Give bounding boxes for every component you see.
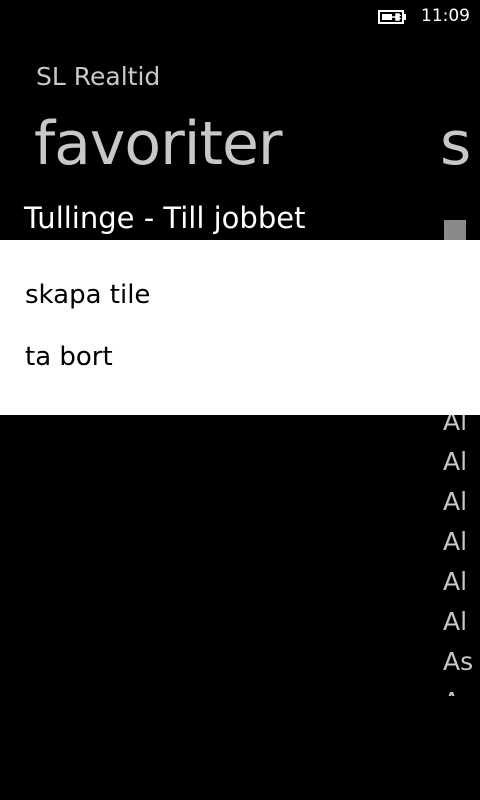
- peek-list-item: Al: [443, 487, 468, 516]
- favorite-item[interactable]: Tullinge - Till jobbet: [24, 198, 305, 238]
- app-title: SL Realtid: [36, 62, 161, 91]
- battery-charging-icon: [378, 9, 408, 24]
- peek-list-item: Al: [443, 607, 468, 636]
- next-pivot-peek-list: Al Al Al Al Al Al As Ax B: [443, 400, 480, 696]
- peek-list-item: Al: [443, 447, 468, 476]
- peek-list-item: Al: [443, 567, 468, 596]
- peek-list-item: Al: [443, 527, 468, 556]
- status-clock: 11:09: [421, 6, 470, 26]
- next-pivot-peek-tile: [444, 220, 466, 242]
- peek-list-item: Ax: [443, 680, 480, 696]
- status-bar: 11:09: [0, 0, 480, 32]
- pivot-header-favoriter[interactable]: favoriter: [34, 104, 283, 184]
- context-menu: skapa tile ta bort: [0, 240, 480, 415]
- peek-list-item: As: [443, 647, 474, 676]
- menu-item-pin-tile[interactable]: skapa tile: [25, 277, 150, 313]
- menu-item-delete[interactable]: ta bort: [25, 339, 113, 375]
- pivot-header-next-peek[interactable]: s: [440, 104, 471, 184]
